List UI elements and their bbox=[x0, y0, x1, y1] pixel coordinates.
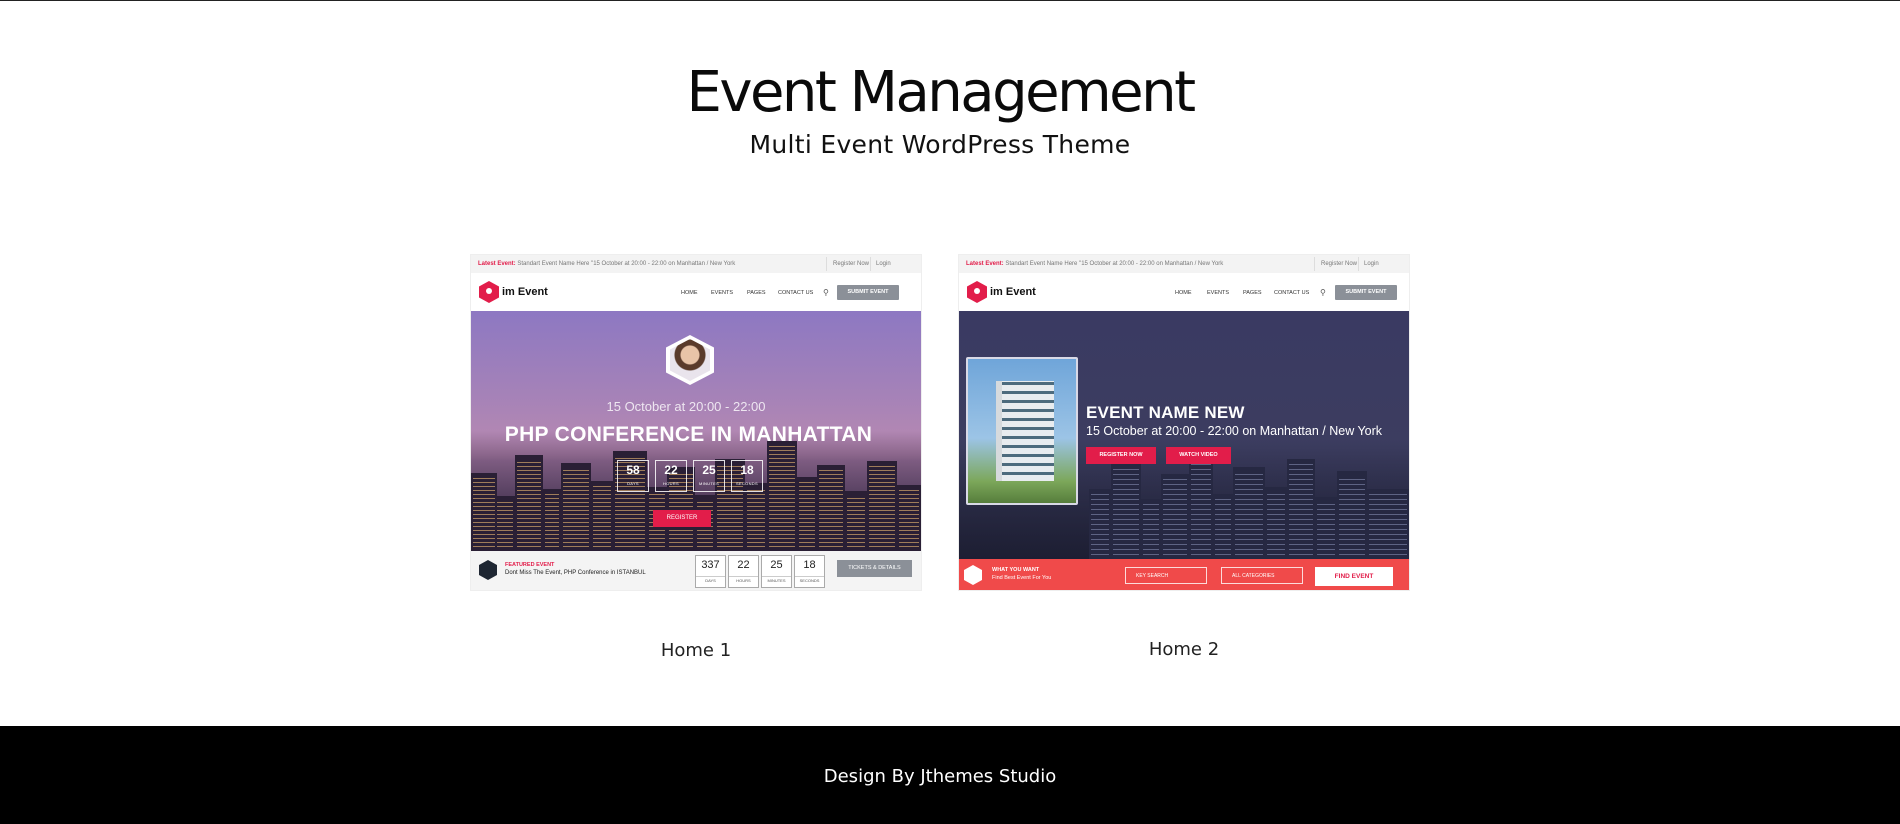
map-pin-icon bbox=[967, 281, 987, 303]
preview-submit-button: SUBMIT EVENT bbox=[1335, 285, 1397, 300]
calendar-icon bbox=[479, 560, 497, 580]
preview-tickets-button: TICKETS & DETAILS bbox=[837, 560, 912, 577]
countdown-days: 58 DAYS bbox=[617, 460, 649, 492]
preview-menu-contact: CONTACT US bbox=[1274, 290, 1310, 296]
preview-menu-home: HOME bbox=[1175, 290, 1192, 296]
want-text: Find Best Event For You bbox=[992, 575, 1052, 581]
preview-navbar: im Event HOME EVENTS PAGES CONTACT US ⚲ … bbox=[959, 273, 1409, 311]
countdown-hours: 22 HOURS bbox=[655, 460, 687, 492]
map-pin-icon bbox=[479, 281, 499, 303]
demo-link-home-1[interactable]: Home 1 bbox=[471, 640, 921, 661]
demo-preview-home-1[interactable]: Latest Event: Standart Event Name Here "… bbox=[471, 255, 921, 590]
preview-navbar: im Event HOME EVENTS PAGES CONTACT US ⚲ … bbox=[471, 273, 921, 311]
preview-hero: 15 October at 20:00 - 22:00 PHP CONFEREN… bbox=[471, 311, 921, 551]
preview-menu-pages: PAGES bbox=[747, 290, 766, 296]
preview-event-title: EVENT NAME NEW bbox=[1086, 403, 1245, 422]
preview-latest-event: Latest Event: Standart Event Name Here "… bbox=[966, 261, 1224, 267]
preview-category-field: ALL CATEGORIES bbox=[1221, 567, 1303, 584]
search-icon: ⚲ bbox=[823, 288, 829, 297]
bottom-countdown-hours: 22 HOURS bbox=[728, 555, 759, 588]
bottom-countdown-seconds: 18 SECONDS bbox=[794, 555, 825, 588]
footer-credit: Design By Jthemes Studio bbox=[823, 766, 1057, 787]
demo-card-home-1: Latest Event: Standart Event Name Here "… bbox=[471, 255, 921, 661]
preview-topbar: Latest Event: Standart Event Name Here "… bbox=[959, 255, 1409, 274]
preview-search-bar: WHAT YOU WANT Find Best Event For You KE… bbox=[959, 559, 1409, 590]
page-subtitle: Multi Event WordPress Theme bbox=[749, 130, 1131, 159]
divider bbox=[1314, 257, 1315, 271]
demo-preview-home-2[interactable]: Latest Event: Standart Event Name Here "… bbox=[959, 255, 1409, 590]
preview-event-date: 15 October at 20:00 - 22:00 bbox=[606, 399, 766, 414]
featured-kicker: FEATURED EVENT bbox=[505, 562, 555, 568]
preview-menu-pages: PAGES bbox=[1243, 290, 1262, 296]
countdown-minutes: 25 MINUTES bbox=[693, 460, 725, 492]
preview-register-button: REGISTER NOW bbox=[1086, 447, 1156, 464]
preview-video-button: WATCH VIDEO bbox=[1166, 447, 1231, 464]
preview-menu-events: EVENTS bbox=[1207, 290, 1230, 296]
demo-link-home-2[interactable]: Home 2 bbox=[959, 639, 1409, 660]
preview-menu-contact: CONTACT US bbox=[778, 290, 814, 296]
top-border bbox=[0, 0, 1900, 1]
search-icon: ⚲ bbox=[1320, 288, 1326, 297]
preview-hero: EVENT NAME NEW 15 October at 20:00 - 22:… bbox=[959, 311, 1409, 559]
preview-latest-event: Latest Event: Standart Event Name Here "… bbox=[478, 261, 736, 267]
calendar-icon bbox=[964, 565, 982, 585]
preview-menu-home: HOME bbox=[681, 290, 698, 296]
preview-event-subtitle: 15 October at 20:00 - 22:00 on Manhattan… bbox=[1086, 424, 1383, 438]
preview-event-title: PHP CONFERENCE IN MANHATTAN bbox=[504, 423, 873, 446]
preview-key-field: KEY SEARCH bbox=[1125, 567, 1207, 584]
preview-login-link: Login bbox=[876, 261, 891, 267]
divider bbox=[1358, 257, 1359, 271]
preview-logo: im Event bbox=[502, 286, 548, 298]
building-photo bbox=[966, 357, 1078, 505]
preview-login-link: Login bbox=[1364, 261, 1379, 267]
featured-text: Dont Miss The Event, PHP Conference in I… bbox=[505, 570, 646, 576]
countdown-seconds: 18 SECONDS bbox=[731, 460, 763, 492]
preview-register-link: Register Now bbox=[833, 261, 870, 267]
bottom-countdown-days: 337 DAYS bbox=[695, 555, 726, 588]
preview-logo: im Event bbox=[990, 286, 1036, 298]
preview-featured-bar: FEATURED EVENT Dont Miss The Event, PHP … bbox=[471, 551, 921, 590]
bottom-countdown-minutes: 25 MINUTES bbox=[761, 555, 792, 588]
footer: Design By Jthemes Studio bbox=[0, 726, 1900, 824]
preview-topbar: Latest Event: Standart Event Name Here "… bbox=[471, 255, 921, 274]
preview-find-button: FIND EVENT bbox=[1315, 567, 1393, 586]
speaker-avatar bbox=[666, 335, 714, 385]
preview-register-link: Register Now bbox=[1321, 261, 1358, 267]
want-kicker: WHAT YOU WANT bbox=[992, 567, 1040, 573]
divider bbox=[870, 257, 871, 271]
preview-menu-events: EVENTS bbox=[711, 290, 734, 296]
page-title: Event Management bbox=[686, 60, 1196, 125]
demo-card-home-2: Latest Event: Standart Event Name Here "… bbox=[959, 255, 1409, 660]
preview-submit-button: SUBMIT EVENT bbox=[837, 285, 899, 300]
preview-register-button: REGISTER bbox=[653, 510, 711, 527]
divider bbox=[826, 257, 827, 271]
